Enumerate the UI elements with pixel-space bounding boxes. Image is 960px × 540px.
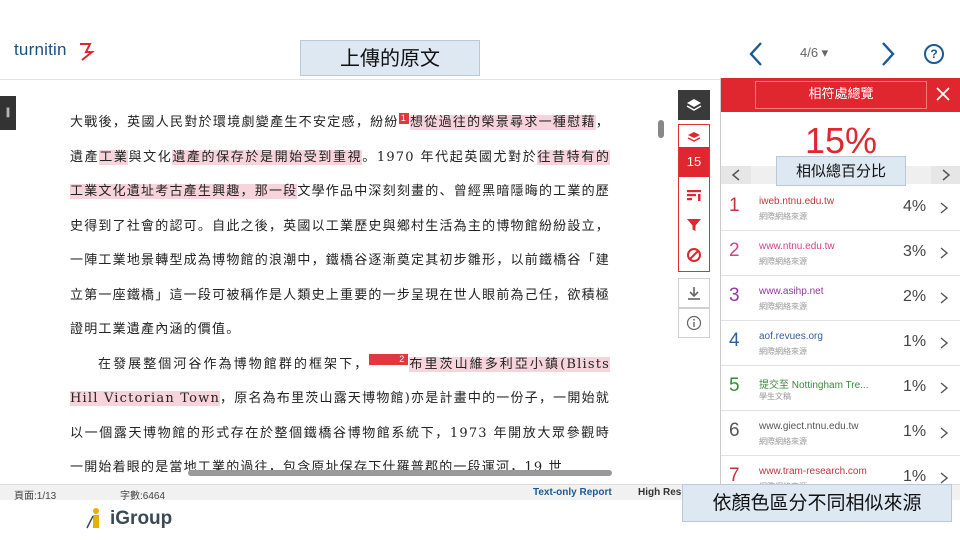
highlighted-match-text[interactable]: 遺產的保存於是開始受到重視 [172,149,363,165]
document-paragraph: 大戰後，英國人民對於環境劇變產生不安定感，紛紛 1 想從過往的榮景尋求一種慰藉，遺產… [70,106,610,348]
highlighted-match-text[interactable]: 工業 [99,149,129,165]
match-row[interactable]: 3 www.asihp.net 網際網絡來源 2% [721,276,960,321]
match-tools-group: 15 [678,124,710,272]
match-source-type: 網際網絡來源 [759,257,807,266]
layers-button[interactable] [678,90,710,120]
chevron-right-icon[interactable] [939,471,949,484]
document-paragraph: 在發展整個河谷作為博物館群的框架下， 2 布里茨山維多利亞小鎮(Blists Hil… [70,348,610,477]
high-res-link[interactable]: High Res [638,487,681,498]
top-bar: turnitin 4/6 ▾ ? [0,0,960,80]
match-source[interactable]: aof.revues.org [759,331,823,342]
document-text: 與文化 [128,149,173,165]
match-source-type: 學生文稿 [759,392,791,401]
info-button[interactable] [678,308,710,338]
match-percentage: 1% [903,423,927,440]
match-number: 4 [729,330,740,351]
match-row[interactable]: 5 提交至 Nottingham Tre... 學生文稿 1% [721,366,960,411]
match-percentage: 1% [903,378,927,395]
layers-icon [686,99,702,111]
download-icon [688,287,700,300]
match-number: 5 [729,375,740,396]
match-source[interactable]: 提交至 Nottingham Tre... [759,376,868,391]
match-source-type: 網際網絡來源 [759,302,807,311]
panel-title: 相符處總覽 [755,81,927,109]
match-row[interactable]: 1 iweb.ntnu.edu.tw 網際網絡來源 4% [721,186,960,231]
vertical-scrollbar[interactable] [658,120,664,138]
document-text: 。1970 年代起英國尤對於 [362,149,538,165]
color-sources-label: 依顏色區分不同相似來源 [682,484,952,522]
document-text: 在發展整個河谷作為博物館群的框架下， [98,356,370,372]
horizontal-scrollbar[interactable] [188,470,612,476]
match-source[interactable]: www.asihp.net [759,286,823,297]
word-count: 字數:6464 [120,491,166,502]
match-source-type: 網際網絡來源 [759,347,807,356]
panel-header: 相符處總覽 [721,78,960,112]
match-number: 2 [729,240,740,261]
match-row[interactable]: 7www.tram-research.com網際網絡來源1% [721,456,960,484]
chevron-right-icon[interactable] [939,426,949,440]
sidebar-toggle-icon[interactable]: ‖ [0,96,16,130]
match-percentage: 2% [903,288,927,305]
turnitin-logo: turnitin [14,40,67,59]
chevron-right-icon[interactable] [939,381,949,395]
score-next-button[interactable] [931,166,960,184]
page-count: 頁面:1/13 [14,491,57,502]
chevron-right-icon[interactable] [939,201,949,215]
match-number: 6 [729,420,740,441]
document-text: 大戰後，英國人民對於環境劇變產生不安定感，紛紛 [70,115,399,130]
similarity-total-label: 相似總百分比 [776,156,906,186]
match-percentage: 1% [903,333,927,350]
match-marker[interactable]: 2 [369,354,408,366]
match-overview-panel: 相符處總覽 15% 1 iweb.ntnu.edu.tw 網際網絡來源 4% 2 www.… [720,78,960,484]
match-number: 1 [729,195,740,216]
document-body: 大戰後，英國人民對於環境劇變產生不安定感，紛紛 1 想從過往的榮景尋求一種慰藉，遺產… [70,106,610,476]
chevron-right-icon[interactable] [939,246,949,260]
match-number: 7 [729,465,740,484]
igroup-text: iGroup [110,508,173,529]
previous-page-icon[interactable] [744,40,768,68]
exclude-icon[interactable] [686,247,702,263]
match-source[interactable]: iweb.ntnu.edu.tw [759,196,834,207]
match-percentage: 1% [903,468,927,484]
document-text: 文學作品中深刻刻畫的、曾經黑暗隱晦的工業的歷史得到了社會的認可。自此之後，英國以… [70,184,610,337]
match-source[interactable]: www.giect.ntnu.edu.tw [759,421,859,432]
match-source[interactable]: www.tram-research.com [759,466,867,477]
match-row[interactable]: 2 www.ntnu.edu.tw 網際網絡來源 3% [721,231,960,276]
match-marker[interactable]: 1 [398,112,409,124]
match-source-type: 網際網絡來源 [759,212,807,221]
next-page-icon[interactable] [876,40,900,68]
layers-small-icon[interactable] [686,129,702,145]
match-source[interactable]: www.ntnu.edu.tw [759,241,835,252]
chevron-right-icon [942,169,951,181]
match-percentage: 4% [903,198,927,215]
text-only-report-link[interactable]: Text-only Report [533,487,612,498]
match-row[interactable]: 4 aof.revues.org 網際網絡來源 1% [721,321,960,366]
match-row[interactable]: 6 www.giect.ntnu.edu.tw 網際網絡來源 1% [721,411,960,456]
match-source-type: 網際網絡來源 [759,437,807,446]
chevron-left-icon [731,169,740,181]
filter-icon[interactable] [686,217,702,233]
match-breakdown-icon[interactable] [686,187,702,203]
turnitin-logo-mark-icon [80,43,95,61]
match-number: 3 [729,285,740,306]
info-icon [686,315,702,331]
original-text-label: 上傳的原文 [300,40,480,76]
score-prev-button[interactable] [721,166,751,184]
match-percentage: 3% [903,243,927,260]
download-button[interactable] [678,278,710,308]
page-indicator-dropdown[interactable]: 4/6 ▾ [800,45,828,61]
chevron-right-icon[interactable] [939,336,949,350]
help-icon[interactable]: ? [924,44,944,64]
close-icon[interactable] [935,86,951,102]
igroup-logo-icon [86,508,99,529]
similarity-score-button[interactable]: 15 [679,147,709,177]
highlighted-match-text[interactable]: 想從過往的榮景尋求一種慰藉 [409,115,596,130]
chevron-right-icon[interactable] [939,291,949,305]
